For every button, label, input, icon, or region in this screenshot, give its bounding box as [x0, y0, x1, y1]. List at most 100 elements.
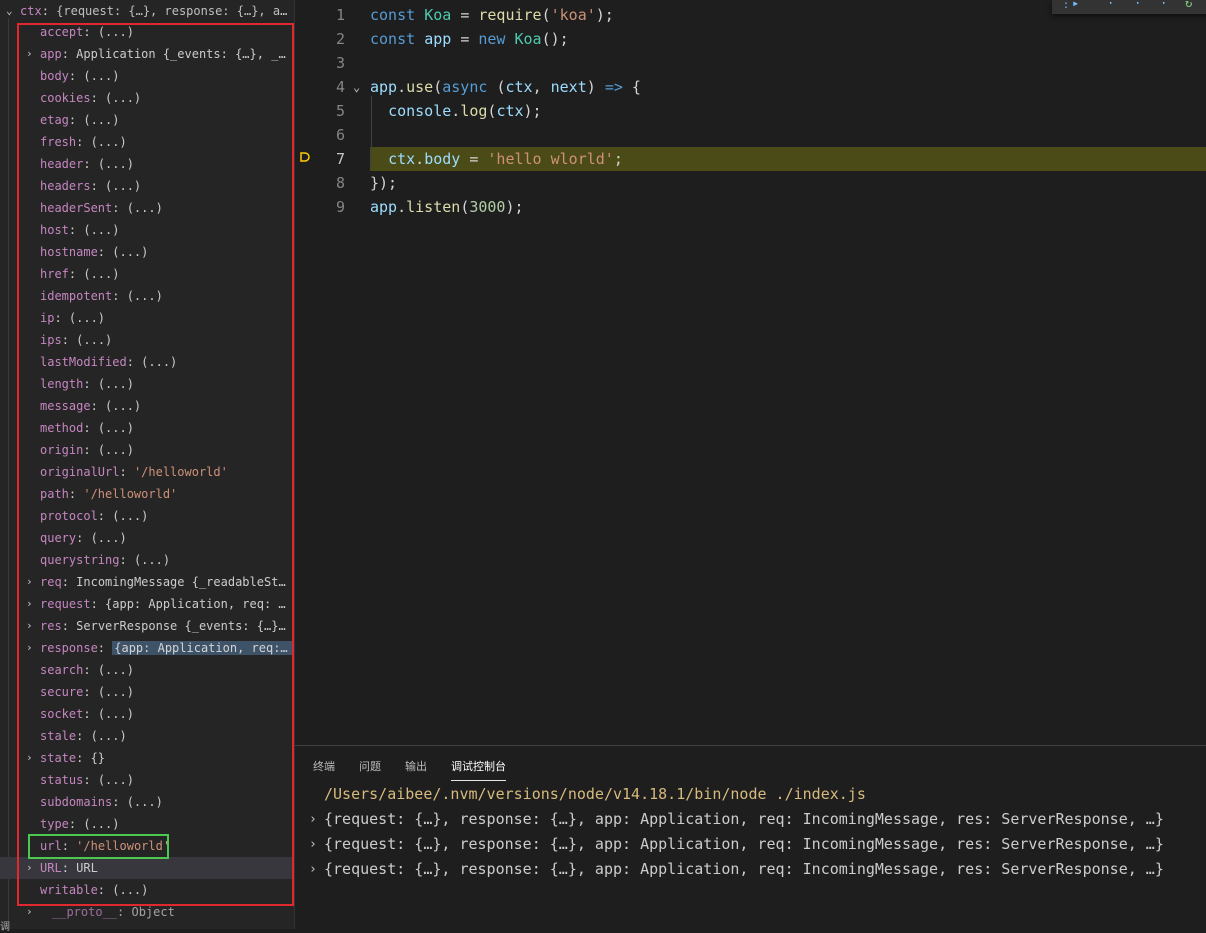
tab-debug-console[interactable]: 调试控制台: [451, 756, 506, 781]
variable-row-host[interactable]: host: (...): [0, 219, 294, 241]
variable-value: (...): [97, 157, 134, 171]
variable-row-ip[interactable]: ip: (...): [0, 307, 294, 329]
variable-row-hostname[interactable]: hostname: (...): [0, 241, 294, 263]
variable-row-secure[interactable]: secure: (...): [0, 681, 294, 703]
variable-key: res: [40, 619, 62, 633]
console-object-line[interactable]: › {request: {…}, response: {…}, app: Appl…: [295, 857, 1195, 882]
code-line[interactable]: 9 app.listen(3000);: [295, 195, 1206, 219]
step-into-icon[interactable]: ⋅: [1134, 0, 1141, 10]
chevron-right-icon[interactable]: ›: [26, 857, 36, 879]
variable-row-type[interactable]: type: (...): [0, 813, 294, 835]
variable-row-query[interactable]: query: (...): [0, 527, 294, 549]
code-text: app.use(async (ctx, next) => {: [370, 78, 641, 96]
chevron-right-icon[interactable]: ›: [309, 807, 317, 832]
variable-row-body[interactable]: body: (...): [0, 65, 294, 87]
variable-row-socket[interactable]: socket: (...): [0, 703, 294, 725]
chevron-right-icon[interactable]: ›: [26, 615, 36, 637]
variable-row-originalurl[interactable]: originalUrl: '/helloworld': [0, 461, 294, 483]
variable-row-path[interactable]: path: '/helloworld': [0, 483, 294, 505]
restart-icon[interactable]: ↻: [1185, 0, 1192, 10]
chevron-right-icon[interactable]: ›: [309, 832, 317, 857]
variable-row-ips[interactable]: ips: (...): [0, 329, 294, 351]
variable-row-headers[interactable]: headers: (...): [0, 175, 294, 197]
code-line[interactable]: 7 ctx.body = 'hello wlorld';: [336, 147, 1206, 171]
variable-row-url[interactable]: › URL: URL: [0, 857, 294, 879]
code-line[interactable]: 4 app.use(async (ctx, next) => {: [295, 75, 1206, 99]
variable-key: origin: [40, 443, 84, 457]
corner-text: 调: [0, 922, 10, 933]
variable-row-header[interactable]: header: (...): [0, 153, 294, 175]
code-editor[interactable]: 1 const Koa = require('koa'); 2 const app =…: [295, 0, 1206, 745]
variable-row-fresh[interactable]: fresh: (...): [0, 131, 294, 153]
continue-icon[interactable]: ⋮▸: [1060, 0, 1079, 10]
chevron-right-icon[interactable]: ›: [309, 857, 317, 882]
variable-key: fresh: [40, 135, 77, 149]
variable-row-app[interactable]: › app: Application {_events: {…}, _even…: [0, 43, 294, 65]
variable-row-href[interactable]: href: (...): [0, 263, 294, 285]
variable-value: (...): [83, 113, 120, 127]
code-line[interactable]: 8});: [295, 171, 1206, 195]
variable-row-url[interactable]: url: '/helloworld': [0, 835, 294, 857]
code-line[interactable]: 6: [295, 123, 1206, 147]
chevron-right-icon[interactable]: ›: [26, 637, 36, 659]
indent-guide: [371, 96, 372, 168]
variable-row-request[interactable]: ›request: {app: Application, req: Inco…: [0, 593, 294, 615]
variable-row-proto[interactable]: › __proto__: Object: [0, 901, 294, 923]
chevron-right-icon[interactable]: ›: [26, 571, 36, 593]
fold-chevron-icon[interactable]: ⌄: [353, 80, 360, 94]
variable-value: '/helloworld': [133, 465, 228, 479]
tab-problems[interactable]: 问题: [359, 756, 381, 780]
variable-row-origin[interactable]: origin: (...): [0, 439, 294, 461]
variable-value: (...): [112, 509, 149, 523]
step-over-icon[interactable]: ⋅: [1107, 0, 1114, 10]
variable-row-accept[interactable]: accept: (...): [0, 21, 294, 43]
code-text: const app = new Koa();: [370, 30, 569, 48]
variable-row-method[interactable]: method: (...): [0, 417, 294, 439]
variable-row-res[interactable]: › res: ServerResponse {_events: {…}, _e…: [0, 615, 294, 637]
variable-row-headersent[interactable]: headerSent: (...): [0, 197, 294, 219]
variable-row-idempotent[interactable]: idempotent: (...): [0, 285, 294, 307]
code-text: console.log(ctx);: [388, 102, 542, 120]
variable-row-status[interactable]: status: (...): [0, 769, 294, 791]
chevron-right-icon[interactable]: ›: [26, 747, 36, 769]
code-line[interactable]: 2 const app = new Koa();: [295, 27, 1206, 51]
code-line[interactable]: 5 console.log(ctx);: [295, 99, 1206, 123]
variable-row-subdomains[interactable]: subdomains: (...): [0, 791, 294, 813]
breakpoint-paused-icon[interactable]: [300, 152, 310, 162]
variable-row-req[interactable]: › req: IncomingMessage {_readableState:…: [0, 571, 294, 593]
variable-row-writable[interactable]: writable: (...): [0, 879, 294, 901]
variable-row-stale[interactable]: stale: (...): [0, 725, 294, 747]
variable-row-response[interactable]: ›response: {app: Application, req: Inc…: [0, 637, 294, 659]
variable-row-message[interactable]: message: (...): [0, 395, 294, 417]
variable-value: (...): [126, 795, 163, 809]
code-line[interactable]: 3: [295, 51, 1206, 75]
console-object-line[interactable]: › {request: {…}, response: {…}, app: Appl…: [295, 807, 1195, 832]
variable-key: hostname: [40, 245, 98, 259]
variable-value: (...): [97, 443, 134, 457]
console-path-line[interactable]: /Users/aibee/.nvm/versions/node/v14.18.1…: [295, 782, 1195, 807]
step-out-icon[interactable]: ⋅: [1160, 0, 1167, 10]
variable-row-cookies[interactable]: cookies: (...): [0, 87, 294, 109]
chevron-down-icon[interactable]: ⌄: [6, 0, 16, 22]
variable-row-length[interactable]: length: (...): [0, 373, 294, 395]
tab-terminal[interactable]: 终端: [313, 756, 335, 780]
chevron-right-icon[interactable]: ›: [26, 901, 36, 923]
variable-row-querystring[interactable]: querystring: (...): [0, 549, 294, 571]
variable-key: URL: [40, 861, 62, 875]
variable-row-protocol[interactable]: protocol: (...): [0, 505, 294, 527]
code-text: const Koa = require('koa');: [370, 6, 614, 24]
code-text: });: [370, 174, 398, 192]
chevron-right-icon[interactable]: ›: [26, 43, 36, 65]
variable-key: method: [40, 421, 84, 435]
variable-row-etag[interactable]: etag: (...): [0, 109, 294, 131]
console-object-line[interactable]: › {request: {…}, response: {…}, app: Appl…: [295, 832, 1195, 857]
console-text: {request: {…}, response: {…}, app: Appli…: [324, 860, 1164, 878]
chevron-right-icon[interactable]: ›: [26, 593, 36, 615]
variable-row-state[interactable]: › state: {}: [0, 747, 294, 769]
variable-row-lastmodified[interactable]: lastModified: (...): [0, 351, 294, 373]
variable-row-ctx[interactable]: ⌄ ctx: {request: {…}, response: {…}, app…: [0, 0, 294, 22]
tab-output[interactable]: 输出: [405, 756, 427, 780]
variable-row-search[interactable]: search: (...): [0, 659, 294, 681]
code-text: app.listen(3000);: [370, 198, 524, 216]
variable-key: request: [40, 597, 91, 611]
